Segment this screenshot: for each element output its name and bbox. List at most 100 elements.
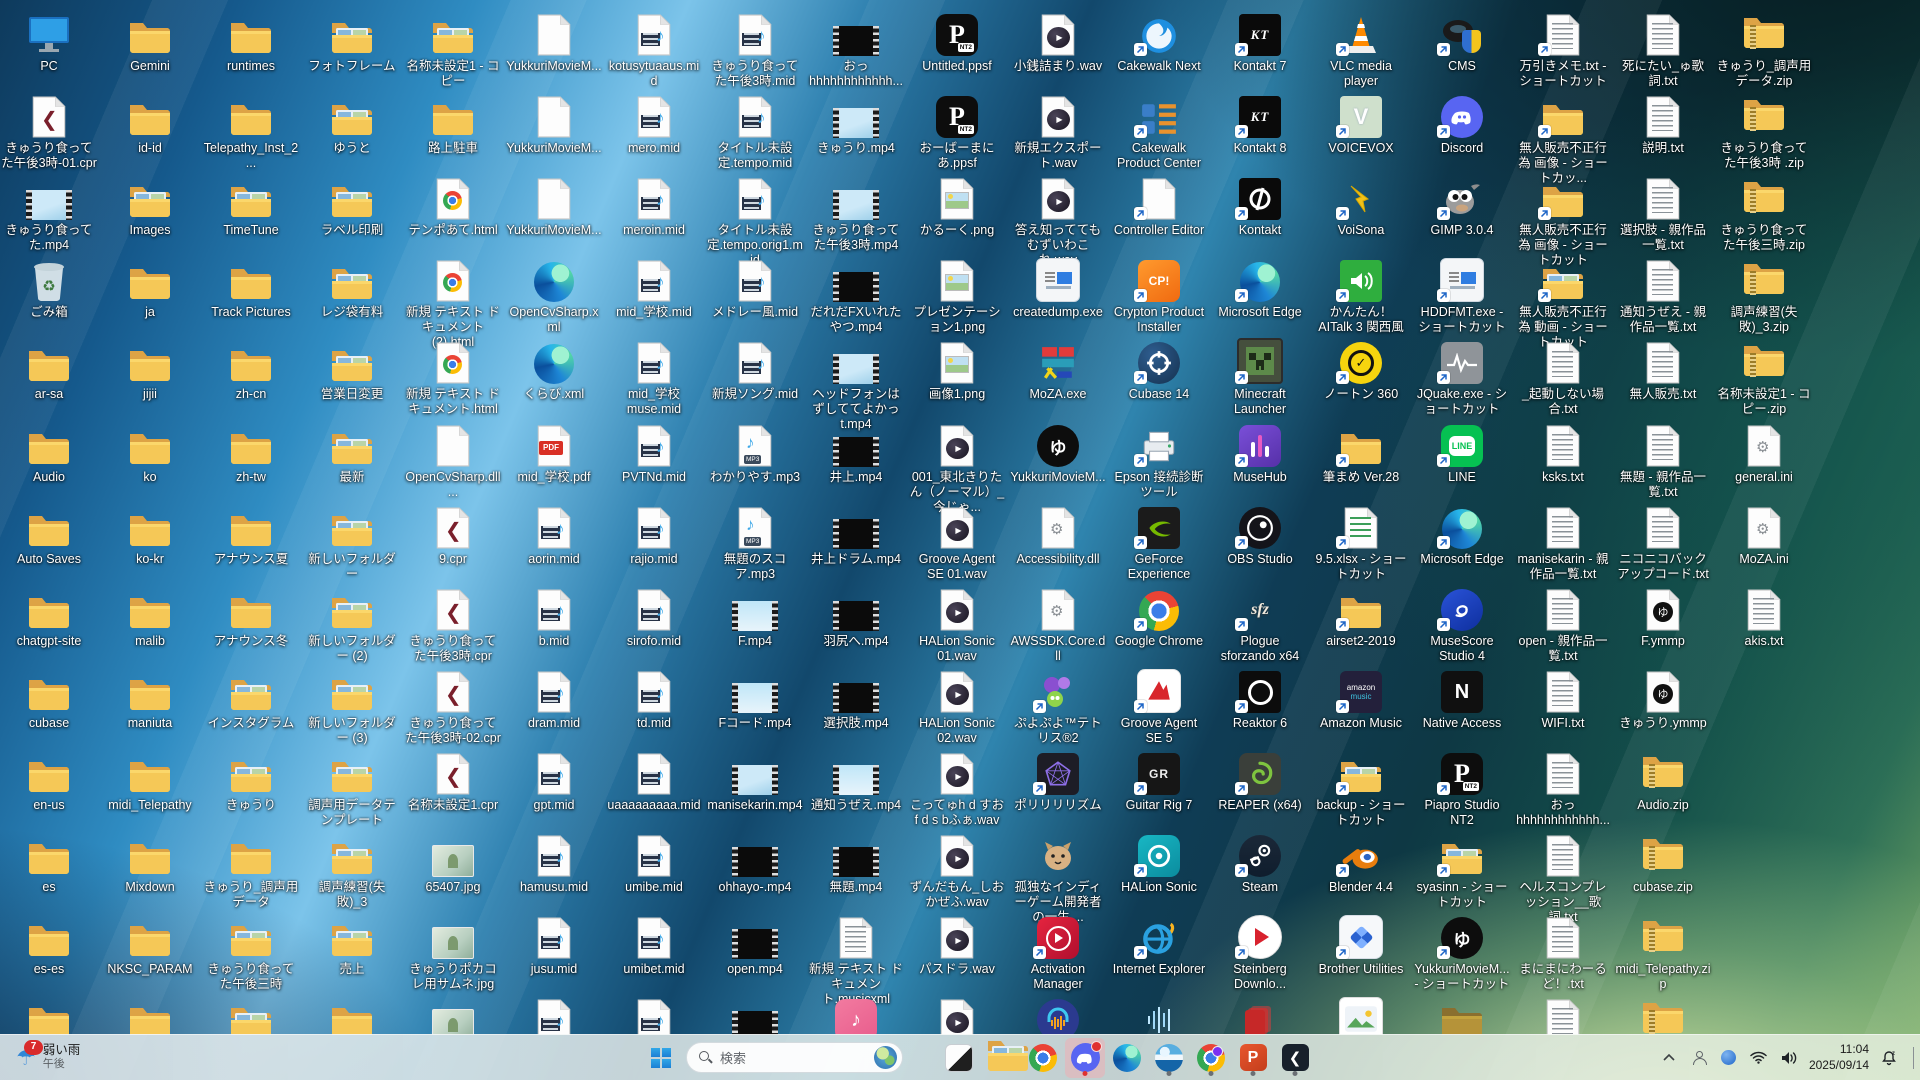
volume-icon[interactable] [1779, 1044, 1799, 1072]
clock[interactable]: 11:04 2025/09/14 [1809, 1042, 1869, 1073]
desktop-icon[interactable]: 無題.mp4 [808, 831, 904, 895]
desktop-icon[interactable]: 選択肢.mp4 [808, 667, 904, 731]
desktop-icon[interactable]: REAPER (x64) [1212, 749, 1308, 813]
desktop-icon[interactable]: ❮ 名称未設定1.cpr [405, 749, 501, 813]
start-button[interactable] [645, 1042, 677, 1074]
desktop-icon[interactable]: ♪ MP3 無題のスコア.mp3 [707, 503, 803, 582]
desktop-icon[interactable]: ♪ タイトル未設定.tempo.orig1.mid [707, 174, 803, 267]
desktop-icon[interactable]: きゅうり食ってた.mp4 [1, 174, 97, 253]
desktop-icon[interactable]: レジ袋有料 [304, 256, 400, 320]
desktop-icon[interactable] [1212, 995, 1308, 1035]
desktop-icon[interactable]: Epson 接続診断ツール [1111, 421, 1207, 500]
desktop-icon[interactable]: 調声練習(失敗)_3 [304, 831, 400, 910]
desktop-icon[interactable]: id-id [102, 92, 198, 156]
desktop-icon[interactable]: Activation Manager [1010, 913, 1106, 992]
desktop-icon[interactable]: ▶答え知っててもむずいわこれ.wav [1010, 174, 1106, 267]
desktop-icon[interactable]: 羽尻へ.mp4 [808, 585, 904, 649]
desktop-icon[interactable]: 名称未設定1 - コピー [405, 10, 501, 89]
desktop-icon[interactable]: Audio.zip [1615, 749, 1711, 813]
search-box[interactable]: 検索 [686, 1042, 903, 1073]
desktop-icon[interactable]: es-es [1, 913, 97, 977]
desktop-icon[interactable]: 井上.mp4 [808, 421, 904, 485]
desktop-icon[interactable]: Controller Editor [1111, 174, 1207, 238]
desktop-icon[interactable]: 通知うぜえ.mp4 [808, 749, 904, 813]
desktop-icon[interactable]: ぷよぷよ™テトリス®2 [1010, 667, 1106, 746]
accessibility-person-icon[interactable] [1689, 1044, 1709, 1072]
desktop-icon[interactable]: P NT2 Untitled.ppsf [909, 10, 1005, 74]
desktop-icon[interactable]: sfz Plogue sforzando x64 [1212, 585, 1308, 664]
desktop-icon[interactable]: ♪ dram.mid [506, 667, 602, 731]
desktop-icon[interactable]: ar-sa [1, 338, 97, 402]
desktop-icon[interactable]: ラベル印刷 [304, 174, 400, 238]
desktop-icon[interactable]: TimeTune [203, 174, 299, 238]
desktop-icon[interactable]: Google Chrome [1111, 585, 1207, 649]
desktop-icon[interactable]: ▶ HALion Sonic 02.wav [909, 667, 1005, 746]
taskbar-app-sphere-app[interactable] [1149, 1038, 1189, 1078]
desktop-icon[interactable]: Fコード.mp4 [707, 667, 803, 731]
desktop-icon[interactable]: ゆうと [304, 92, 400, 156]
desktop-icon[interactable]: ♪ mero.mid [606, 92, 702, 156]
desktop-icon[interactable]: きゅうり [203, 749, 299, 813]
desktop-icon[interactable]: ✓ ノートン 360 [1313, 338, 1409, 402]
desktop-icon[interactable]: 路上駐車 [405, 92, 501, 156]
desktop-icon[interactable]: open.mp4 [707, 913, 803, 977]
desktop-icon[interactable]: まにまにわーるど！.txt [1515, 913, 1611, 992]
desktop-icon[interactable]: OpenCvSharp.dll... [405, 421, 501, 500]
desktop-icon[interactable]: きゅうり_調声用データ [203, 831, 299, 910]
desktop-icon[interactable]: manisekarin.mp4 [707, 749, 803, 813]
taskbar-app-discord[interactable] [1065, 1037, 1105, 1078]
desktop-icon[interactable] [102, 995, 198, 1035]
desktop-icon[interactable]: だれだFXいれたやつ.mp4 [808, 256, 904, 335]
desktop-icon[interactable]: YukkuriMovieM... [506, 174, 602, 238]
desktop-icon[interactable]: ゆ F.ymmp [1615, 585, 1711, 649]
desktop-icon[interactable]: ヘルスコンプレッション__歌詞.txt [1515, 831, 1611, 924]
desktop-icon[interactable]: amazon music Amazon Music [1313, 667, 1409, 731]
desktop-icon[interactable]: runtimes [203, 10, 299, 74]
desktop-icon[interactable]: 筆まめ Ver.28 [1313, 421, 1409, 485]
desktop-icon[interactable]: ⚙ Accessibility.dll [1010, 503, 1106, 567]
desktop-icon[interactable]: きゅうり食ってた午後3時 .zip [1716, 92, 1812, 171]
desktop-icon[interactable]: インスタグラム [203, 667, 299, 731]
desktop-icon[interactable]: V VOICEVOX [1313, 92, 1409, 156]
desktop-icon[interactable]: ♪ gpt.mid [506, 749, 602, 813]
desktop-icon[interactable]: ♪ rajio.mid [606, 503, 702, 567]
desktop-icon[interactable]: きゅうり_調声用データ.zip [1716, 10, 1812, 89]
desktop-icon[interactable] [1414, 995, 1510, 1035]
desktop-icon[interactable]: airset2-2019 [1313, 585, 1409, 649]
desktop-icon[interactable]: Kontakt [1212, 174, 1308, 238]
desktop-icon[interactable]: manisekarin - 親作品一覧.txt [1515, 503, 1611, 582]
desktop-icon[interactable]: Brother Utilities [1313, 913, 1409, 977]
desktop-icon[interactable]: Cakewalk Next [1111, 10, 1207, 74]
desktop-icon[interactable]: ♪ td.mid [606, 667, 702, 731]
desktop-icon[interactable] [1010, 995, 1106, 1035]
desktop-icon[interactable]: 新規 テキスト ドキュメント (2).html [405, 256, 501, 349]
desktop-icon[interactable]: くらび.xml [506, 338, 602, 402]
desktop-icon[interactable]: OBS Studio [1212, 503, 1308, 567]
desktop-icon[interactable]: 9.5.xlsx - ショートカット [1313, 503, 1409, 582]
desktop-icon[interactable]: NKSC_PARAM [102, 913, 198, 977]
desktop-icon[interactable]: CMS [1414, 10, 1510, 74]
desktop-icon[interactable]: 名称未設定1 - コピー.zip [1716, 338, 1812, 417]
desktop-icon[interactable]: GR Guitar Rig 7 [1111, 749, 1207, 813]
desktop-icon[interactable]: Microsoft Edge [1414, 503, 1510, 567]
desktop-icon[interactable]: きゅうり食ってた午後三時.zip [1716, 174, 1812, 253]
desktop-icon[interactable]: 最新 [304, 421, 400, 485]
desktop-icon[interactable]: jijii [102, 338, 198, 402]
desktop-icon[interactable] [304, 995, 400, 1035]
desktop-icon[interactable]: ポリリリリズム [1010, 749, 1106, 813]
desktop-icon[interactable]: テンポあて.html [405, 174, 501, 238]
desktop-icon[interactable]: 無人販売不正行為 動画 - ショートカット [1515, 256, 1611, 349]
desktop-icon[interactable]: Cubase 14 [1111, 338, 1207, 402]
desktop-icon[interactable]: ♪ mid_学校muse.mid [606, 338, 702, 417]
desktop-icon[interactable]: Auto Saves [1, 503, 97, 567]
bluetooth-device-icon[interactable] [1719, 1044, 1739, 1072]
desktop-icon[interactable]: 万引きメモ.txt - ショートカット [1515, 10, 1611, 89]
desktop-icon[interactable]: 新しいフォルダー (2) [304, 585, 400, 664]
desktop-icon[interactable]: 調声練習(失敗)_3.zip [1716, 256, 1812, 335]
desktop-icon[interactable]: YukkuriMovieM... [506, 10, 602, 74]
desktop-icon[interactable]: Reaktor 6 [1212, 667, 1308, 731]
desktop-icon[interactable]: ⚙ AWSSDK.Core.dll [1010, 585, 1106, 664]
desktop-icon[interactable]: GeForce Experience [1111, 503, 1207, 582]
desktop-icon[interactable]: CP! Crypton Product Installer [1111, 256, 1207, 335]
weather-widget[interactable]: ☂ 7 弱い雨 午後 [10, 1035, 86, 1080]
